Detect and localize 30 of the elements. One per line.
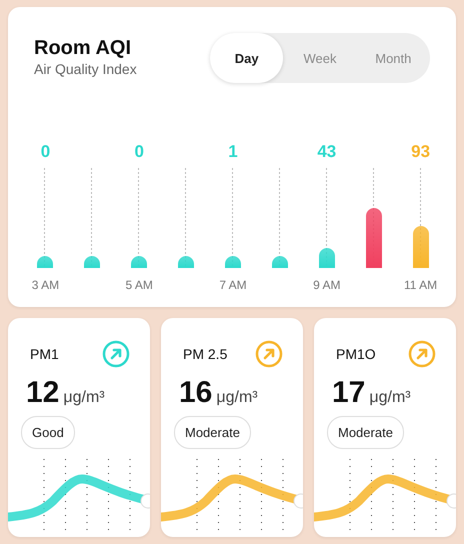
period-tab[interactable]: Day xyxy=(210,33,284,83)
aqi-value: 43 xyxy=(317,142,336,161)
status-chip: Moderate xyxy=(174,416,251,449)
pm-value: 17 xyxy=(332,376,366,410)
arrow-circle-icon[interactable] xyxy=(102,340,130,368)
time-label: 3 AM xyxy=(32,278,60,292)
unit-label: μg/m³ xyxy=(216,389,258,407)
aqi-value: 0 xyxy=(40,142,50,161)
aqi-value: 93 xyxy=(411,142,430,161)
time-label: 11 AM xyxy=(404,278,438,292)
unit-label: μg/m³ xyxy=(63,389,105,407)
pm-label: PM 2.5 xyxy=(183,346,228,362)
aqi-value: 1 xyxy=(228,142,238,161)
pm-label: PM1O xyxy=(336,346,376,362)
card-subtitle: Air Quality Index xyxy=(34,61,137,77)
pm-value: 12 xyxy=(26,376,60,410)
period-tab[interactable]: Week xyxy=(283,33,357,83)
status-chip: Good xyxy=(21,416,75,449)
period-tab[interactable]: Month xyxy=(356,33,430,83)
card-title: Room AQI xyxy=(34,37,132,60)
time-label: 5 AM xyxy=(126,278,153,292)
pm-value: 16 xyxy=(179,376,212,410)
unit-label: μg/m³ xyxy=(369,389,411,407)
aqi-value: 0 xyxy=(134,142,144,161)
time-label: 7 AM xyxy=(219,278,247,292)
status-chip: Moderate xyxy=(327,416,404,449)
arrow-circle-icon[interactable] xyxy=(255,340,283,368)
time-label: 9 AM xyxy=(313,278,340,292)
arrow-circle-icon[interactable] xyxy=(408,340,436,368)
pm-label: PM1 xyxy=(30,346,59,362)
